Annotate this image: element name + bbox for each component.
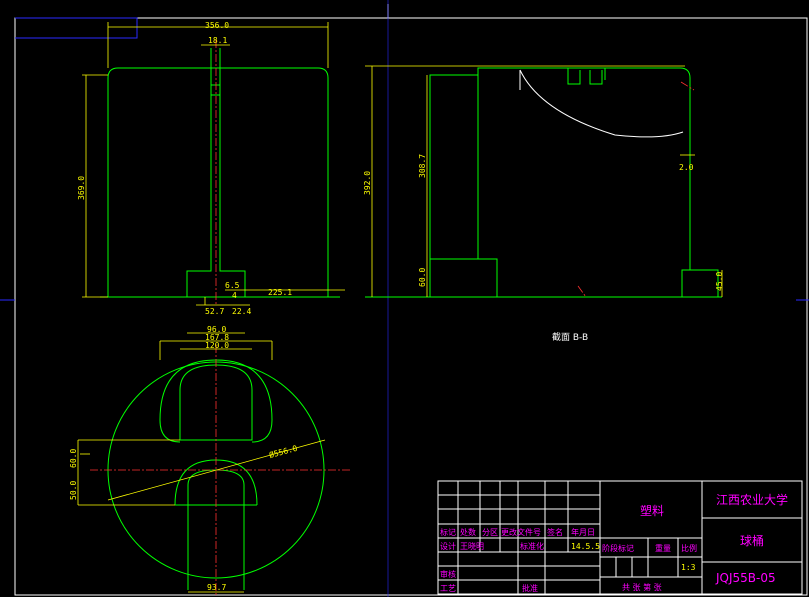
tb-lbl-weight: 重量	[655, 543, 671, 553]
tb-school: 江西农业大学	[716, 492, 788, 507]
top-dim-left-b: 50.0	[69, 481, 78, 500]
tb-lbl-standard: 标准化	[520, 541, 544, 551]
top-view	[77, 332, 350, 595]
top-dim-diameter: Ø556.0	[268, 443, 299, 460]
drawing-frame	[0, 0, 809, 597]
tb-lbl-review: 审核	[440, 569, 456, 579]
cad-drawing-canvas[interactable]: 356.0 18.1 369.0 6.5 4 52.7 22.4 225.1 3…	[0, 0, 809, 597]
tb-date: 14.5.5	[571, 542, 600, 551]
tb-lbl-approve: 批准	[522, 583, 538, 593]
tb-lbl-stage: 阶段标记	[602, 543, 634, 553]
front-dim-width: 356.0	[205, 21, 229, 30]
section-dim-step: 60.0	[418, 268, 427, 287]
section-dim-wall: 2.0	[679, 163, 694, 172]
front-dim-small-a: 6.5	[225, 281, 240, 290]
tb-lbl-process: 工艺	[440, 584, 456, 593]
section-dim-foot: 45.0	[715, 272, 724, 291]
front-dim-base-b: 22.4	[232, 307, 251, 316]
section-label: 截面 B-B	[552, 331, 588, 343]
tb-drawing-no: JQJ55B-05	[715, 571, 776, 585]
section-view	[365, 65, 723, 298]
tb-hdr-date: 年月日	[571, 527, 595, 537]
tb-lbl-ratio: 比例	[681, 543, 697, 553]
top-dim-bottom: 93.7	[207, 583, 226, 592]
front-dim-height: 369.0	[77, 176, 86, 200]
front-dim-slot: 18.1	[208, 36, 227, 45]
front-view	[82, 22, 345, 306]
tb-lbl-sheets: 共 张 第 张	[622, 582, 662, 592]
front-dim-base: 52.7	[205, 307, 224, 316]
tb-part-name: 球桶	[740, 533, 764, 548]
section-dim-height: 392.0	[363, 171, 372, 195]
front-dim-offset: 225.1	[268, 288, 292, 297]
tb-hdr-sign: 签名	[547, 527, 563, 537]
tb-material: 塑料	[640, 503, 664, 518]
tb-hdr-doc: 更改文件号	[501, 527, 541, 537]
tb-hdr-mark: 标记	[440, 527, 456, 537]
top-dim-left-a: 60.0	[69, 449, 78, 468]
tb-scale: 1:3	[681, 563, 696, 572]
tb-designer: 王晓明	[460, 541, 484, 551]
top-dim-c: 120.0	[205, 341, 229, 350]
section-dim-inner: 308.7	[418, 154, 427, 178]
tb-lbl-design: 设计	[440, 541, 456, 551]
tb-hdr-zone: 分区	[482, 528, 498, 537]
front-dim-small-b: 4	[232, 291, 237, 300]
tb-hdr-count: 处数	[460, 527, 476, 537]
